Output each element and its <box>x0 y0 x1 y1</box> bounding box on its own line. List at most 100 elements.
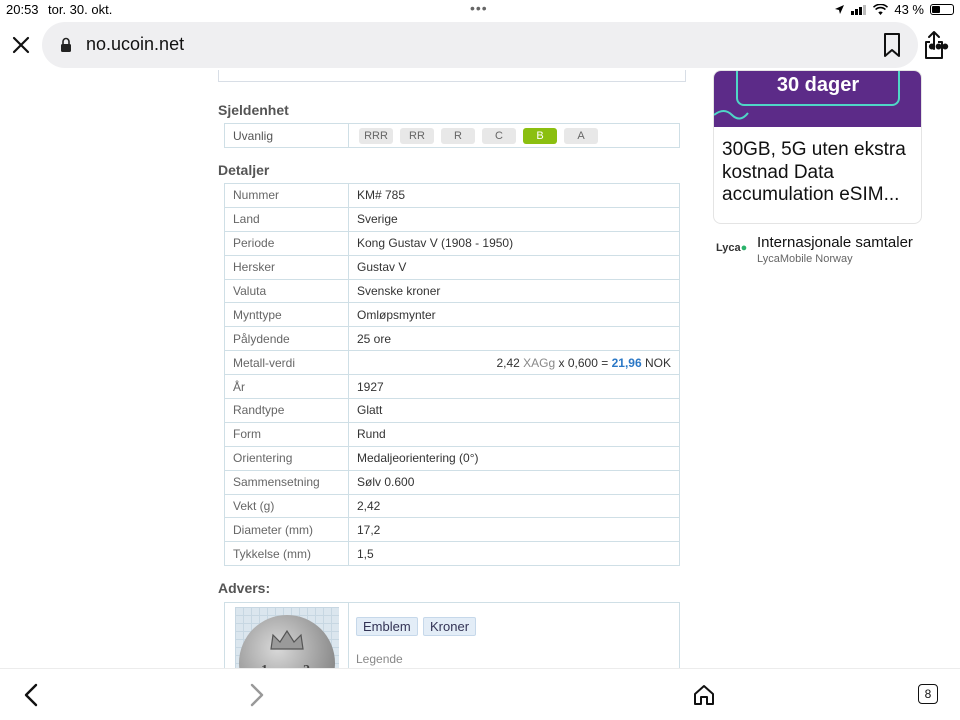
url-text[interactable]: no.ucoin.net <box>86 34 184 55</box>
metal-unit: XAGg <box>523 355 556 370</box>
details-heading: Detaljer <box>218 162 270 178</box>
ad-card[interactable]: 30 dager 30GB, 5G uten ekstra kostnad Da… <box>713 70 922 224</box>
bookmark-icon[interactable] <box>880 32 904 58</box>
detail-value: Sølv 0.600 <box>348 469 680 495</box>
ad-wave-decoration <box>714 110 749 120</box>
detail-value: Svenske kroner <box>348 278 680 304</box>
back-icon[interactable] <box>22 683 42 707</box>
detail-key: Form <box>224 421 349 447</box>
rarity-level-c[interactable]: C <box>482 127 516 144</box>
metal-value: 2,42 XAGg x 0,600 = 21,96 NOK <box>348 350 680 376</box>
table-row: Metall-verdi 2,42 XAGg x 0,600 = 21,96 NO… <box>224 350 680 376</box>
table-row: Mynttype Omløpsmynter <box>224 302 680 328</box>
ad-headline[interactable]: 30GB, 5G uten ekstra kostnad Data accumu… <box>722 139 918 207</box>
metal-operator: x <box>558 355 565 370</box>
detail-key: Sammensetning <box>224 469 349 495</box>
table-row: Sammensetning Sølv 0.600 <box>224 469 680 495</box>
signal-icon <box>851 5 867 15</box>
ad-sponsor[interactable]: Lyca● Internasjonale samtaler LycaMobile… <box>713 230 933 270</box>
address-bar-row: no.ucoin.net ••• <box>0 22 960 70</box>
tag-emblem[interactable]: Emblem <box>356 617 418 636</box>
table-row: Tykkelse (mm) 1,5 <box>224 541 680 567</box>
detail-value: Glatt <box>348 398 680 423</box>
detail-key: Vekt (g) <box>224 493 349 519</box>
metal-weight: 2,42 <box>496 355 520 370</box>
table-row: Randtype Glatt <box>224 398 680 423</box>
battery-percent: 43 % <box>894 2 924 17</box>
detail-value: Gustav V <box>348 254 680 280</box>
sponsor-title[interactable]: Internasjonale samtaler <box>757 234 913 251</box>
rarity-label: Uvanlig <box>225 124 349 147</box>
bottom-toolbar: 8 <box>0 668 960 720</box>
metal-fineness: 0,600 <box>567 355 598 370</box>
forward-icon[interactable] <box>246 683 266 707</box>
status-time: 20:53 <box>6 2 39 17</box>
detail-key: Land <box>224 206 349 232</box>
detail-key: Periode <box>224 230 349 256</box>
detail-value: Medaljeorientering (0°) <box>348 445 680 471</box>
table-row: Form Rund <box>224 421 680 447</box>
table-row: År 1927 <box>224 374 680 400</box>
detail-key: Diameter (mm) <box>224 517 349 543</box>
wifi-icon <box>873 4 889 15</box>
table-row: Hersker Gustav V <box>224 254 680 280</box>
table-row: Diameter (mm) 17,2 <box>224 517 680 543</box>
detail-key: År <box>224 374 349 400</box>
status-bar: 20:53 tor. 30. okt. ••• 43 % <box>0 0 960 20</box>
rarity-level-rr[interactable]: RR <box>400 127 434 144</box>
obverse-divider <box>348 603 349 668</box>
detail-value: Omløpsmynter <box>348 302 680 328</box>
rarity-scale: RRR RR R C B A <box>349 124 598 147</box>
lyca-logo: Lyca● <box>716 242 748 254</box>
detail-value: 1927 <box>348 374 680 400</box>
details-table: Nummer KM# 785 Land Sverige Periode Kong Gust… <box>224 183 680 567</box>
rarity-table: Uvanlig RRR RR R C B A <box>224 123 680 148</box>
multitasking-dots-icon[interactable]: ••• <box>470 0 488 16</box>
detail-value: 17,2 <box>348 517 680 543</box>
table-row: Orientering Medaljeorientering (0°) <box>224 445 680 471</box>
detail-key: Orientering <box>224 445 349 471</box>
table-row: Pålydende 25 ore <box>224 326 680 352</box>
detail-key: Nummer <box>224 183 349 208</box>
coin-obverse-image[interactable]: 1 2 <box>235 607 339 668</box>
rarity-level-a[interactable]: A <box>564 127 598 144</box>
rarity-level-b[interactable]: B <box>523 127 557 144</box>
obverse-box: 1 2 Emblem Kroner Legende <box>224 602 680 668</box>
tag-kroner[interactable]: Kroner <box>423 617 477 636</box>
previous-section-box <box>218 70 686 82</box>
detail-key: Valuta <box>224 278 349 304</box>
detail-key: Mynttype <box>224 302 349 328</box>
metal-equals: = <box>601 355 609 370</box>
address-bar[interactable]: no.ucoin.net <box>42 22 943 68</box>
home-icon[interactable] <box>692 683 716 707</box>
obverse-heading: Advers: <box>218 580 271 596</box>
sponsor-name: LycaMobile Norway <box>757 253 853 265</box>
detail-value: 2,42 <box>348 493 680 519</box>
rarity-level-rrr[interactable]: RRR <box>359 127 393 144</box>
detail-key: Metall-verdi <box>224 350 349 376</box>
detail-value: Kong Gustav V (1908 - 1950) <box>348 230 680 256</box>
lock-icon <box>61 37 71 52</box>
legend-label: Legende <box>356 652 403 666</box>
status-date: tor. 30. okt. <box>48 2 113 17</box>
more-icon[interactable]: ••• <box>928 34 949 60</box>
table-row: Nummer KM# 785 <box>224 183 680 208</box>
status-indicators: 43 % <box>834 2 954 17</box>
metal-total[interactable]: 21,96 <box>612 356 642 370</box>
close-icon[interactable] <box>10 34 32 56</box>
detail-value: Rund <box>348 421 680 447</box>
table-row: Periode Kong Gustav V (1908 - 1950) <box>224 230 680 256</box>
table-row: Vekt (g) 2,42 <box>224 493 680 519</box>
detail-key: Pålydende <box>224 326 349 352</box>
coin-image: 1 2 <box>239 615 335 668</box>
detail-value: KM# 785 <box>348 183 680 208</box>
table-row: Land Sverige <box>224 206 680 232</box>
table-row: Valuta Svenske kroner <box>224 278 680 304</box>
detail-value: 1,5 <box>348 541 680 567</box>
ad-offer-button[interactable]: 30 dager <box>736 71 900 106</box>
tabs-icon[interactable]: 8 <box>918 684 938 704</box>
battery-fill <box>932 6 940 13</box>
rarity-level-r[interactable]: R <box>441 127 475 144</box>
detail-key: Randtype <box>224 398 349 423</box>
crown-icon <box>270 629 304 650</box>
